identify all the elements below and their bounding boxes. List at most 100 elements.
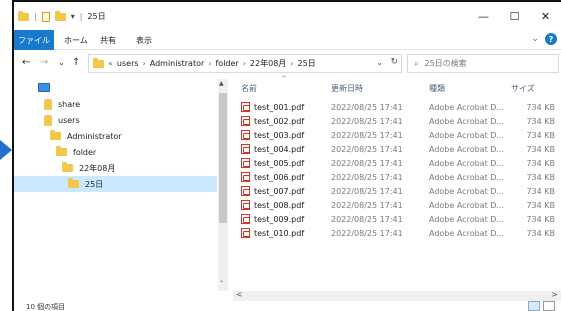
column-header-type[interactable]: 種類 (429, 79, 445, 97)
table-row[interactable]: test_007.pdf 2022/08/25 17:41 Adobe Acro… (233, 184, 561, 198)
title-separator: | (79, 12, 83, 21)
scroll-left-icon[interactable]: < (236, 290, 243, 299)
forward-arrow-icon[interactable]: → (40, 57, 48, 68)
up-arrow-icon[interactable]: ↑ (72, 57, 80, 68)
tree-item-users[interactable]: users (44, 112, 80, 128)
breadcrumb-separator[interactable]: › (143, 59, 146, 68)
customize-toolbar-icon[interactable]: ▾ (71, 12, 75, 21)
file-list-horizontal-scrollbar[interactable]: < > (233, 290, 561, 301)
tab-file[interactable]: ファイル (14, 30, 54, 50)
file-name-cell: test_010.pdf (241, 226, 304, 240)
file-size: 734 KB (526, 228, 555, 238)
details-view-icon[interactable] (528, 301, 540, 311)
tree-item-administrator[interactable]: Administrator (50, 128, 122, 144)
pdf-icon (241, 116, 250, 126)
file-size: 734 KB (526, 186, 555, 196)
breadcrumb-administrator[interactable]: Administrator (150, 59, 205, 68)
column-header-name[interactable]: 名前 (241, 79, 257, 97)
breadcrumb-separator[interactable]: › (243, 59, 246, 68)
properties-icon[interactable] (41, 11, 50, 22)
help-icon[interactable]: ? (545, 33, 557, 45)
breadcrumb-separator[interactable]: › (208, 59, 211, 68)
tree-item-label: 22年08月 (79, 163, 116, 173)
tree-item-year-month[interactable]: 22年08月 (62, 160, 115, 176)
scrollbar-thumb[interactable] (219, 93, 227, 223)
close-button[interactable]: ✕ (530, 2, 561, 30)
file-size: 734 KB (526, 116, 555, 126)
breadcrumb-year-month[interactable]: 22年08月 (250, 58, 286, 69)
navigation-pane-scrollbar[interactable]: ▲ ⌄ (218, 79, 228, 291)
file-name: test_010.pdf (254, 228, 305, 238)
file-size: 734 KB (526, 200, 555, 210)
file-name: test_003.pdf (254, 130, 305, 140)
column-header-size[interactable]: サイズ (511, 79, 535, 97)
maximize-button[interactable]: ☐ (499, 2, 530, 30)
table-row[interactable]: test_003.pdf 2022/08/25 17:41 Adobe Acro… (233, 128, 561, 142)
tree-item-pc[interactable] (38, 79, 56, 95)
pdf-icon (241, 158, 250, 168)
folder-icon (56, 146, 67, 156)
pdf-icon (241, 228, 250, 238)
quick-access-toolbar: | ▾ | 25日 (18, 10, 106, 22)
table-row[interactable]: test_002.pdf 2022/08/25 17:41 Adobe Acro… (233, 114, 561, 128)
breadcrumb-day[interactable]: 25日 (297, 58, 315, 69)
scroll-up-icon[interactable]: ▲ (219, 80, 224, 87)
folder-icon (50, 130, 61, 140)
file-type: Adobe Acrobat D... (429, 158, 505, 168)
new-folder-icon[interactable] (54, 10, 66, 21)
file-name: test_001.pdf (254, 102, 305, 112)
file-type: Adobe Acrobat D... (429, 228, 505, 238)
file-type: Adobe Acrobat D... (429, 116, 505, 126)
large-icons-view-icon[interactable] (543, 301, 555, 311)
table-row[interactable]: test_004.pdf 2022/08/25 17:41 Adobe Acro… (233, 142, 561, 156)
file-type: Adobe Acrobat D... (429, 214, 505, 224)
table-row[interactable]: test_005.pdf 2022/08/25 17:41 Adobe Acro… (233, 156, 561, 170)
file-name-cell: test_005.pdf (241, 156, 304, 170)
search-input[interactable]: ⌕ 25日の検索 (407, 54, 559, 73)
address-bar[interactable]: « users › Administrator › folder › 22年08… (88, 54, 402, 73)
tree-item-label: Administrator (67, 131, 122, 141)
table-row[interactable]: test_008.pdf 2022/08/25 17:41 Adobe Acro… (233, 198, 561, 212)
tab-home[interactable]: ホーム (64, 30, 88, 50)
column-header-date[interactable]: 更新日時 (331, 79, 363, 97)
back-arrow-icon[interactable]: ← (22, 57, 30, 68)
tree-item-share[interactable]: share (44, 96, 80, 112)
file-date: 2022/08/25 17:41 (331, 172, 403, 182)
table-row[interactable]: test_001.pdf 2022/08/25 17:41 Adobe Acro… (233, 100, 561, 114)
scroll-down-icon[interactable]: ⌄ (219, 277, 224, 284)
ribbon-expand-icon[interactable]: ⌄ (531, 34, 539, 44)
minimize-button[interactable]: — (468, 2, 499, 30)
file-name-cell: test_008.pdf (241, 198, 304, 212)
tree-item-folder[interactable]: folder (56, 144, 96, 160)
file-type: Adobe Acrobat D... (429, 130, 505, 140)
file-name-cell: test_007.pdf (241, 184, 304, 198)
breadcrumb-users[interactable]: users (117, 59, 139, 68)
pdf-icon (241, 102, 250, 112)
refresh-icon[interactable]: ↻ (390, 57, 398, 67)
breadcrumb-folder[interactable]: folder (215, 59, 238, 68)
breadcrumb-separator[interactable]: › (290, 59, 293, 68)
file-name: test_002.pdf (254, 116, 305, 126)
folder-icon (68, 178, 79, 188)
scroll-right-icon[interactable]: > (551, 290, 558, 299)
tab-share[interactable]: 共有 (100, 30, 116, 50)
table-row[interactable]: test_006.pdf 2022/08/25 17:41 Adobe Acro… (233, 170, 561, 184)
file-name-cell: test_006.pdf (241, 170, 304, 184)
address-overflow-icon[interactable]: « (108, 59, 113, 68)
address-dropdown-icon[interactable]: ⌄ (376, 58, 383, 67)
recent-locations-icon[interactable]: ⌄ (58, 58, 65, 67)
tab-view[interactable]: 表示 (136, 30, 152, 50)
file-date: 2022/08/25 17:41 (331, 102, 403, 112)
file-type: Adobe Acrobat D... (429, 144, 505, 154)
file-type: Adobe Acrobat D... (429, 172, 505, 182)
pdf-icon (241, 214, 250, 224)
file-date: 2022/08/25 17:41 (331, 214, 403, 224)
table-row[interactable]: test_009.pdf 2022/08/25 17:41 Adobe Acro… (233, 212, 561, 226)
table-row[interactable]: test_010.pdf 2022/08/25 17:41 Adobe Acro… (233, 226, 561, 240)
search-icon: ⌕ (414, 58, 419, 68)
tree-item-day[interactable]: 25日 (14, 176, 217, 192)
file-size: 734 KB (526, 214, 555, 224)
file-name: test_007.pdf (254, 186, 305, 196)
pdf-icon (241, 186, 250, 196)
file-name-cell: test_004.pdf (241, 142, 304, 156)
